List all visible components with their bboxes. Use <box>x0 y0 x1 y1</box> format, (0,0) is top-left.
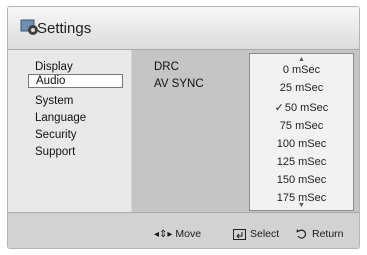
return-hint: Return <box>296 228 344 240</box>
page-title: Settings <box>37 20 92 37</box>
menu-item-support[interactable]: Support <box>35 146 75 158</box>
setting-av-sync[interactable]: AV SYNC <box>154 78 204 90</box>
move-arrows-icon: ◂⇕▸ <box>154 228 173 240</box>
menu-item-security[interactable]: Security <box>35 129 77 141</box>
menu-item-audio[interactable]: Audio <box>28 74 123 88</box>
scroll-down-icon[interactable]: ▼ <box>298 202 305 209</box>
dropdown-option[interactable]: 0 mSec <box>250 64 353 76</box>
return-hint-label: Return <box>312 228 344 240</box>
setting-drc[interactable]: DRC <box>154 61 179 73</box>
move-hint-label: Move <box>175 228 202 240</box>
return-arrow-icon <box>296 229 307 239</box>
dropdown-option-label: 50 mSec <box>284 102 329 114</box>
check-icon: ✓ <box>274 102 284 114</box>
dropdown-option[interactable]: 100 mSec <box>250 138 353 150</box>
enter-key-icon <box>233 228 246 240</box>
select-hint: Select <box>233 228 279 240</box>
menu-item-system[interactable]: System <box>35 95 73 107</box>
av-sync-dropdown[interactable]: ▲ 0 mSec 25 mSec ✓50 mSec 75 mSec 100 mS… <box>249 53 354 211</box>
dropdown-option[interactable]: 25 mSec <box>250 82 353 94</box>
title-bar: Settings <box>8 7 359 50</box>
select-hint-label: Select <box>250 228 280 240</box>
menu-item-display[interactable]: Display <box>35 61 73 73</box>
menu-item-language[interactable]: Language <box>35 112 86 124</box>
footer-bar: ◂⇕▸ Move Select Return <box>8 212 359 248</box>
settings-panel: Settings Display Audio System Language S… <box>7 6 360 249</box>
dropdown-option-checked[interactable]: ✓50 mSec <box>250 101 353 114</box>
scroll-up-icon[interactable]: ▲ <box>298 56 305 63</box>
dropdown-option[interactable]: 150 mSec <box>250 174 353 186</box>
dropdown-option[interactable]: 75 mSec <box>250 120 353 132</box>
move-hint: ◂⇕▸ Move <box>154 228 201 240</box>
dropdown-option[interactable]: 125 mSec <box>250 156 353 168</box>
